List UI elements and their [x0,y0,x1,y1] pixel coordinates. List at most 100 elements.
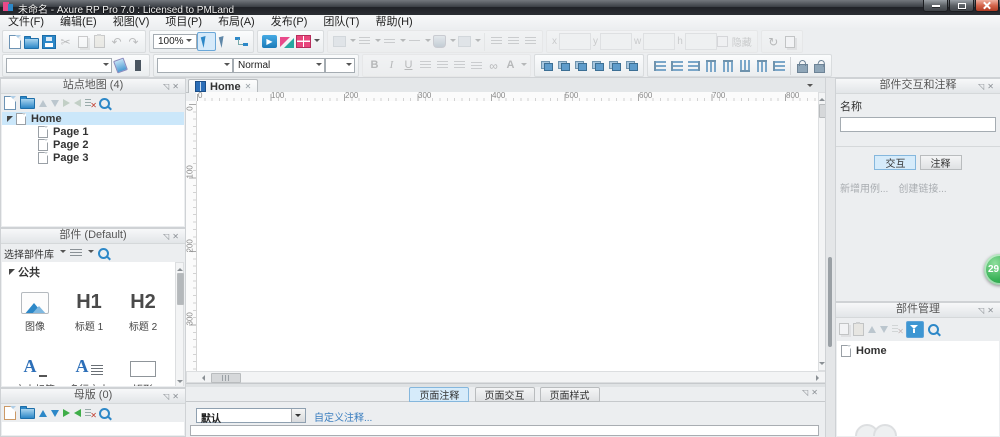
float-panel-icon[interactable]: ◹ [163,82,172,91]
right-splitter-handle[interactable] [828,257,832,347]
tab-close-icon[interactable]: ✕ [245,82,252,91]
tree-item-page2[interactable]: Page 2 [2,138,184,151]
widget-heading2[interactable]: H2 标题 2 [116,284,170,333]
distribute-vertical-button[interactable] [770,57,787,74]
publish-button[interactable] [278,33,295,50]
zoom-select[interactable]: 100% [153,34,197,49]
save-button[interactable] [40,33,57,50]
manager-item-home[interactable]: Home [837,344,999,357]
move-up-button[interactable] [39,409,47,417]
preview-button[interactable]: ▶ [261,33,278,50]
lock-button[interactable] [794,57,811,74]
widget-style-select[interactable] [157,58,233,73]
new-file-button[interactable] [6,33,23,50]
close-panel-icon[interactable]: ✕ [987,306,997,315]
open-file-button[interactable] [23,33,40,50]
text-style-select[interactable]: Normal [233,58,325,73]
font-family-select[interactable] [6,58,112,73]
move-down-button[interactable] [51,409,59,417]
tab-interactions[interactable]: 交互 [874,155,917,170]
send-backward-button[interactable] [623,57,640,74]
distribute-horizontal-button[interactable] [753,57,770,74]
float-panel-icon[interactable]: ◹ [163,232,172,241]
menu-help[interactable]: 帮助(H) [367,15,420,29]
ungroup-button[interactable] [555,57,572,74]
align-objects-right-button[interactable] [685,57,702,74]
group-button[interactable] [538,57,555,74]
widget-heading1[interactable]: H1 标题 1 [62,284,116,333]
menu-team[interactable]: 团队(T) [315,15,367,29]
customize-notes-link[interactable]: 自定义注释... [314,409,372,424]
tree-item-home[interactable]: Home [2,112,184,125]
close-button[interactable] [975,0,999,12]
menu-publish[interactable]: 发布(P) [263,15,316,29]
connector-tool-button[interactable] [233,33,250,50]
menu-layout[interactable]: 布局(A) [210,15,263,29]
outdent-button[interactable] [74,409,81,417]
tab-page-interactions[interactable]: 页面交互 [474,387,535,402]
align-objects-top-button[interactable] [702,57,719,74]
tab-page-notes[interactable]: 页面注释 [409,387,470,402]
widget-rectangle[interactable]: 矩形 [116,347,170,386]
select-tool-button[interactable] [197,32,216,51]
search-widgets-button[interactable] [928,323,939,335]
chevron-down-icon[interactable] [314,38,320,45]
format-painter-button[interactable] [112,57,129,74]
float-panel-icon[interactable]: ◹ [978,82,987,91]
tab-page-styles[interactable]: 页面样式 [539,387,600,402]
note-set-select[interactable]: 默认 [196,408,306,425]
library-select[interactable]: 选择部件库 [4,246,54,261]
filter-button[interactable] [906,320,924,338]
add-master-folder-button[interactable] [20,405,35,419]
add-master-button[interactable] [4,406,16,420]
tab-notes[interactable]: 注释 [919,155,962,170]
minimize-button[interactable] [923,0,948,12]
maximize-button[interactable] [949,0,974,12]
close-panel-icon[interactable]: ✕ [172,392,182,401]
font-size-select[interactable] [325,58,355,73]
menu-file[interactable]: 文件(F) [0,15,52,29]
menu-project[interactable]: 项目(P) [157,15,210,29]
search-pages-button[interactable] [99,97,110,109]
select-contained-tool-button[interactable] [216,33,233,50]
add-folder-button[interactable] [20,95,35,109]
canvas-horizontal-scrollbar[interactable] [186,371,826,383]
design-canvas[interactable] [197,101,818,371]
align-objects-middle-button[interactable] [719,57,736,74]
align-objects-center-button[interactable] [668,57,685,74]
indent-button[interactable] [63,409,70,417]
delete-master-button[interactable] [85,408,97,420]
tree-item-page3[interactable]: Page 3 [2,151,184,164]
widget-name-input[interactable] [840,117,996,132]
add-page-button[interactable] [4,96,16,110]
float-panel-icon[interactable]: ◹ [163,392,172,401]
bring-front-button[interactable] [572,57,589,74]
view-options-button[interactable] [70,249,82,257]
tab-overflow-icon[interactable] [807,84,813,90]
search-widgets-button[interactable] [98,247,109,259]
generate-button[interactable] [295,33,312,50]
align-objects-left-button[interactable] [651,57,668,74]
widget-paragraph[interactable]: A 多行文本 [62,347,116,386]
float-panel-icon[interactable]: ◹ [978,306,987,315]
widget-image[interactable]: 图像 [8,284,62,333]
page-notes-textarea[interactable] [190,425,819,436]
tree-item-page1[interactable]: Page 1 [2,125,184,138]
collapse-icon[interactable] [7,115,13,122]
delete-page-button[interactable] [85,98,97,110]
bring-forward-button[interactable] [606,57,623,74]
unlock-button[interactable] [811,57,828,74]
menu-view[interactable]: 视图(V) [105,15,158,29]
menu-edit[interactable]: 编辑(E) [52,15,105,29]
scrollbar-thumb[interactable] [177,273,184,305]
style-brush-button[interactable] [129,57,146,74]
close-panel-icon[interactable]: ✕ [811,388,821,397]
close-panel-icon[interactable]: ✕ [172,82,182,91]
send-back-button[interactable] [589,57,606,74]
widgets-section-common[interactable]: 公共 [4,265,184,279]
align-objects-bottom-button[interactable] [736,57,753,74]
close-panel-icon[interactable]: ✕ [172,232,182,241]
close-panel-icon[interactable]: ✕ [987,82,997,91]
search-masters-button[interactable] [99,407,110,419]
widgets-scrollbar[interactable] [175,262,184,386]
